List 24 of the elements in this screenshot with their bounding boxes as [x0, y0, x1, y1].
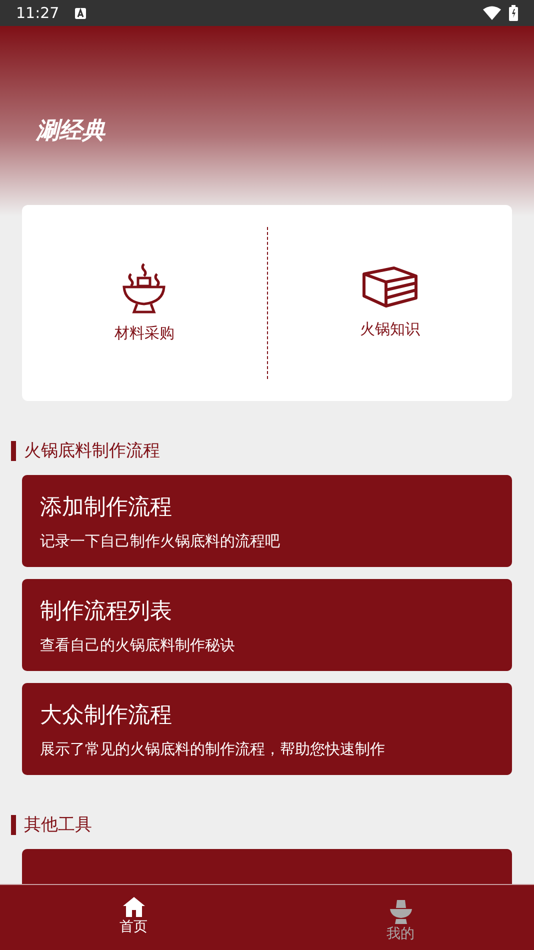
books-icon [360, 266, 419, 310]
card-subtitle: 展示了常见的火锅底料的制作流程，帮助您快速制作 [40, 739, 386, 760]
battery-icon [509, 5, 518, 21]
feature-card[interactable]: 制作流程列表 查看自己的火锅底料制作秘诀 [22, 579, 512, 671]
wifi-icon [483, 6, 501, 20]
feature-card[interactable]: 添加制作流程 记录一下自己制作火锅底料的流程吧 [22, 475, 512, 567]
hotpot-icon [121, 262, 168, 314]
card-title: 大众制作流程 [40, 702, 173, 730]
nav-tab[interactable]: 首页 [0, 885, 267, 950]
app-title: 涮经典 [34, 117, 106, 146]
notification-icon [75, 8, 86, 18]
home-icon [122, 897, 144, 917]
feature-card[interactable]: 大众制作流程 展示了常见的火锅底料的制作流程，帮助您快速制作 [22, 683, 512, 775]
shortcut-button[interactable]: 材料采购 [22, 262, 266, 344]
shortcut-button[interactable]: 火锅知识 [268, 266, 512, 340]
nav-tab[interactable]: 我的 [267, 885, 534, 950]
pot-icon [390, 900, 412, 924]
card-title: 制作流程列表 [40, 598, 173, 626]
card-title: 添加制作流程 [40, 494, 173, 522]
section-heading: 火锅底料制作流程 [11, 441, 534, 461]
card-subtitle: 记录一下自己制作火锅底料的流程吧 [40, 531, 281, 552]
status-time: 11:27 [16, 2, 60, 24]
section-heading: 其他工具 [11, 815, 534, 835]
card-subtitle: 查看自己的火锅底料制作秘诀 [40, 635, 236, 656]
